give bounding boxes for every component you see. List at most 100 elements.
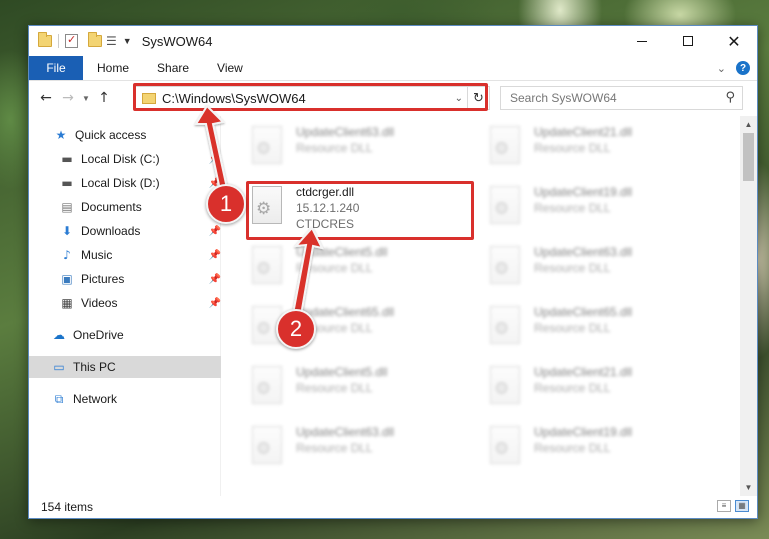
file-name: UpdateClient19.dll <box>534 185 633 199</box>
file-type: Resource DLL <box>296 261 373 275</box>
star-icon: ★ <box>55 128 67 142</box>
dll-file-icon <box>490 246 520 284</box>
file-name: UpdateClient65.dll <box>534 305 633 319</box>
pin-icon[interactable]: 📌 <box>209 154 221 165</box>
help-icon[interactable]: ? <box>736 61 750 75</box>
list-item[interactable]: UpdateClient19.dll Resource DLL <box>486 424 716 474</box>
sidebar-item-music[interactable]: ♪ Music 📌 <box>29 244 221 266</box>
item-count: 154 items <box>41 500 94 514</box>
file-type: Resource DLL <box>534 141 611 155</box>
pin-icon[interactable]: 📌 <box>209 274 221 285</box>
dll-file-icon <box>252 186 282 224</box>
sidebar-item-label: Network <box>73 392 118 406</box>
minimize-button[interactable] <box>619 26 665 56</box>
list-item[interactable]: UpdateClient19.dll Resource DLL <box>486 184 716 234</box>
list-item[interactable]: UpdateClient63.dll Resource DLL <box>248 124 478 174</box>
tab-share[interactable]: Share <box>143 56 203 80</box>
sidebar-item-local-disk-d[interactable]: ▬ Local Disk (D:) 📌 <box>29 172 221 194</box>
pin-icon[interactable]: 📌 <box>209 250 221 261</box>
properties-icon[interactable] <box>65 33 78 48</box>
sidebar-item-label: This PC <box>73 360 116 374</box>
list-item[interactable]: UpdateClient65.dll Resource DLL <box>486 304 716 354</box>
pictures-icon: ▣ <box>61 272 73 286</box>
scroll-down-icon[interactable]: ▼ <box>740 479 757 496</box>
file-type: Resource DLL <box>534 441 611 455</box>
folder-icon[interactable] <box>38 32 52 47</box>
file-name: UpdateClient5.dll <box>296 365 388 379</box>
ribbon-tabs: File Home Share View ⌄ ? <box>29 56 757 81</box>
pin-icon[interactable]: 📌 <box>209 226 221 237</box>
sidebar-item-quick-access[interactable]: ★ Quick access <box>29 124 221 146</box>
tab-view[interactable]: View <box>203 56 257 80</box>
list-item[interactable]: UpdateClient5.dll Resource DLL <box>248 364 478 414</box>
maximize-button[interactable] <box>665 26 711 56</box>
pin-icon[interactable]: 📌 <box>209 298 221 309</box>
sidebar-item-pictures[interactable]: ▣ Pictures 📌 <box>29 268 221 290</box>
close-icon: ✕ <box>727 31 741 51</box>
vertical-scrollbar[interactable]: ▲ ▼ <box>740 116 757 496</box>
list-item-ctdcrger[interactable]: ctdcrger.dll 15.12.1.240 CTDCRES <box>248 184 478 234</box>
video-icon: ▦ <box>61 296 73 310</box>
dll-file-icon <box>490 426 520 464</box>
list-item[interactable]: UpdateClient5.dll Resource DLL <box>248 244 478 294</box>
drive-icon: ▬ <box>61 152 73 166</box>
tab-file[interactable]: File <box>29 56 83 80</box>
close-button[interactable]: ✕ <box>711 26 757 56</box>
file-name: ctdcrger.dll <box>296 185 355 199</box>
network-icon: ⧉ <box>54 391 64 406</box>
back-arrow-icon[interactable]: ← <box>35 90 57 106</box>
search-icon[interactable]: ⚲ <box>725 90 735 105</box>
tab-home[interactable]: Home <box>83 56 143 80</box>
forward-arrow-icon[interactable]: → <box>57 90 79 106</box>
expand-ribbon-icon[interactable]: ⌄ <box>717 62 726 75</box>
sidebar-item-videos[interactable]: ▦ Videos 📌 <box>29 292 221 314</box>
customize-icon[interactable]: ☰ <box>106 34 117 48</box>
refresh-icon[interactable]: ↻ <box>467 87 489 109</box>
sidebar-item-label: Pictures <box>81 272 125 286</box>
new-folder-icon[interactable] <box>88 32 102 47</box>
ribbon-right: ⌄ ? <box>717 56 757 80</box>
up-arrow-icon[interactable]: ↑ <box>93 90 115 106</box>
scrollbar-thumb[interactable] <box>743 133 754 181</box>
file-type: Resource DLL <box>534 201 611 215</box>
list-item[interactable]: UpdateClient21.dll Resource DLL <box>486 124 716 174</box>
search-input[interactable]: Search SysWOW64 ⚲ <box>500 86 743 110</box>
view-toggle: ≡ ▦ <box>717 500 749 512</box>
tiles-view-icon[interactable]: ▦ <box>735 500 749 512</box>
file-name: UpdateClient21.dll <box>534 125 633 139</box>
minimize-icon <box>637 40 647 42</box>
details-view-icon[interactable]: ≡ <box>717 500 731 512</box>
list-item[interactable]: UpdateClient63.dll Resource DLL <box>486 244 716 294</box>
sidebar-item-onedrive[interactable]: ☁ OneDrive <box>29 324 221 346</box>
chevron-down-icon[interactable]: ⌄ <box>455 93 463 104</box>
sidebar-item-this-pc[interactable]: ▭ This PC <box>29 356 221 378</box>
file-name: UpdateClient5.dll <box>296 245 388 259</box>
chevron-down-icon[interactable]: ▼ <box>123 36 132 46</box>
recent-locations-icon[interactable]: ▼ <box>79 94 93 103</box>
list-item[interactable]: UpdateClient63.dll Resource DLL <box>248 424 478 474</box>
file-name: UpdateClient19.dll <box>534 425 633 439</box>
sidebar-item-label: Documents <box>81 200 142 214</box>
drive-icon: ▬ <box>61 176 73 190</box>
list-item[interactable]: UpdateClient21.dll Resource DLL <box>486 364 716 414</box>
sidebar-item-downloads[interactable]: ⬇ Downloads 📌 <box>29 220 221 242</box>
dll-file-icon <box>252 126 282 164</box>
file-type: Resource DLL <box>534 381 611 395</box>
sidebar-item-label: Downloads <box>81 224 141 238</box>
maximize-icon <box>683 36 693 46</box>
music-icon: ♪ <box>63 248 71 262</box>
sidebar-item-network[interactable]: ⧉ Network <box>29 388 221 410</box>
address-path[interactable]: C:\Windows\SysWOW64 <box>162 91 306 106</box>
file-name: UpdateClient21.dll <box>534 365 633 379</box>
download-icon: ⬇ <box>61 224 73 238</box>
dll-file-icon <box>490 366 520 404</box>
file-name: UpdateClient63.dll <box>296 425 395 439</box>
address-bar[interactable]: C:\Windows\SysWOW64 ⌄ ↻ <box>135 86 490 110</box>
sidebar-item-documents[interactable]: ▤ Documents 📌 <box>29 196 221 218</box>
sidebar-item-local-disk-c[interactable]: ▬ Local Disk (C:) 📌 <box>29 148 221 170</box>
quick-access-toolbar: ☰ ▼ <box>29 32 132 48</box>
file-type: Resource DLL <box>296 141 373 155</box>
sidebar-item-label: Music <box>81 248 113 262</box>
scroll-up-icon[interactable]: ▲ <box>740 116 757 133</box>
sidebar-item-label: OneDrive <box>73 328 124 342</box>
